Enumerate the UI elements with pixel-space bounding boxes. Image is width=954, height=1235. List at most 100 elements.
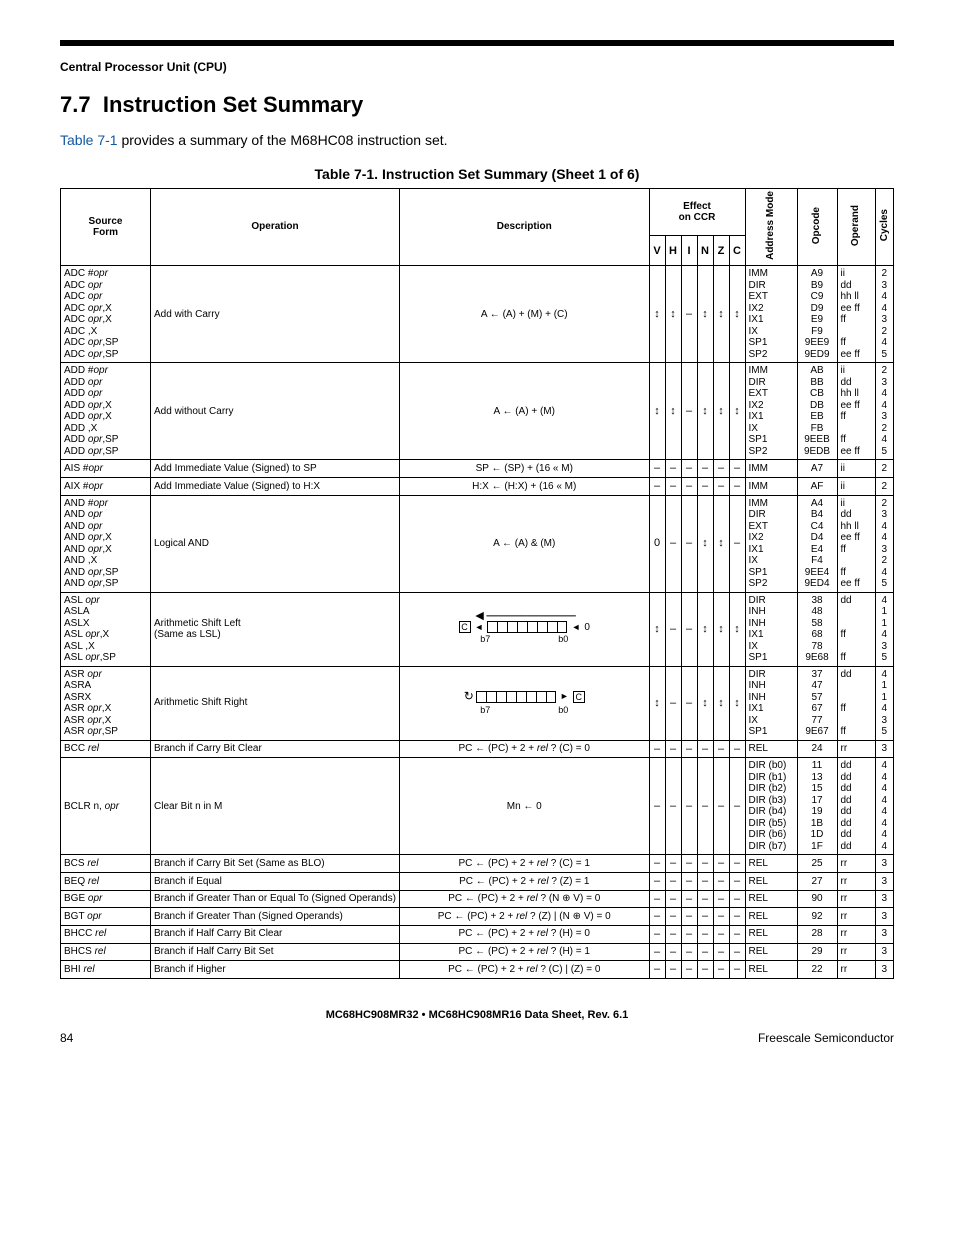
table-row: BGT oprBranch if Greater Than (Signed Op… — [61, 908, 894, 926]
cell-cycles: 2 — [875, 460, 894, 478]
section-number: 7.7 — [60, 92, 91, 117]
cell-operand: ii — [837, 460, 875, 478]
th-cycles: Cycles — [875, 189, 894, 266]
cell-address-mode: DIR (b0) DIR (b1) DIR (b2) DIR (b3) DIR … — [745, 758, 797, 855]
cell-ccr: 0 — [649, 495, 665, 592]
footer-right: Freescale Semiconductor — [758, 1031, 894, 1045]
cell-opcode: 24 — [797, 740, 837, 758]
cell-description: PC ← (PC) + 2 + rel ? (N ⊕ V) = 0 — [400, 890, 650, 908]
cell-description: PC ← (PC) + 2 + rel ? (C) = 1 — [400, 855, 650, 873]
cell-operation: Arithmetic Shift Left (Same as LSL) — [151, 592, 400, 666]
cell-operand: ii dd hh ll ee ff ff ff ee ff — [837, 495, 875, 592]
cell-ccr: – — [681, 592, 697, 666]
cell-ccr: ↕ — [729, 363, 745, 460]
cell-ccr: ↕ — [729, 266, 745, 363]
cell-source: ASL opr ASLA ASLX ASL opr,X ASL ,X ASL o… — [61, 592, 151, 666]
cell-ccr: – — [729, 872, 745, 890]
cell-source: BCLR n, opr — [61, 758, 151, 855]
cell-ccr: – — [713, 943, 729, 961]
cell-address-mode: REL — [745, 961, 797, 979]
cell-ccr: – — [697, 740, 713, 758]
cell-ccr: – — [713, 478, 729, 496]
cell-ccr: – — [713, 872, 729, 890]
table-head: Source Form Operation Description Effect… — [61, 189, 894, 266]
cell-description: ↻C b7b0 — [400, 666, 650, 740]
cell-ccr: – — [729, 495, 745, 592]
cell-ccr: – — [681, 363, 697, 460]
table-row: BCLR n, oprClear Bit n in MMn ← 0––––––D… — [61, 758, 894, 855]
cell-description: PC ← (PC) + 2 + rel ? (C) | (Z) = 0 — [400, 961, 650, 979]
cell-ccr: – — [665, 943, 681, 961]
cell-cycles: 2 — [875, 478, 894, 496]
cell-ccr: – — [681, 925, 697, 943]
table-row: AIS #oprAdd Immediate Value (Signed) to … — [61, 460, 894, 478]
cell-operation: Branch if Greater Than (Signed Operands) — [151, 908, 400, 926]
cell-opcode: A7 — [797, 460, 837, 478]
cell-description: PC ← (PC) + 2 + rel ? (Z) | (N ⊕ V) = 0 — [400, 908, 650, 926]
table-body: ADC #opr ADC opr ADC opr ADC opr,X ADC o… — [61, 266, 894, 978]
cell-cycles: 4 1 1 4 3 5 — [875, 592, 894, 666]
asr-diagram: ↻C b7b0 — [464, 690, 585, 715]
cell-opcode: 37 47 57 67 77 9E67 — [797, 666, 837, 740]
cell-source: BHCC rel — [61, 925, 151, 943]
cell-address-mode: REL — [745, 740, 797, 758]
cell-opcode: AF — [797, 478, 837, 496]
th-opcode: Opcode — [797, 189, 837, 266]
cell-ccr: – — [681, 460, 697, 478]
section-title: 7.7 Instruction Set Summary — [60, 92, 894, 118]
th-description: Description — [400, 189, 650, 266]
cell-operation: Clear Bit n in M — [151, 758, 400, 855]
table-row: BGE oprBranch if Greater Than or Equal T… — [61, 890, 894, 908]
cell-operation: Add Immediate Value (Signed) to H:X — [151, 478, 400, 496]
th-ccr-n: N — [697, 236, 713, 266]
cell-ccr: – — [729, 961, 745, 979]
cell-address-mode: REL — [745, 908, 797, 926]
cell-address-mode: IMM DIR EXT IX2 IX1 IX SP1 SP2 — [745, 495, 797, 592]
cell-source: ASR opr ASRA ASRX ASR opr,X ASR opr,X AS… — [61, 666, 151, 740]
cell-ccr: – — [697, 478, 713, 496]
cell-ccr: – — [697, 460, 713, 478]
cell-ccr: – — [697, 758, 713, 855]
intro-link[interactable]: Table 7-1 — [60, 132, 118, 148]
top-rule — [60, 40, 894, 60]
cell-ccr: – — [729, 943, 745, 961]
cell-cycles: 3 — [875, 925, 894, 943]
th-ccr-h: H — [665, 236, 681, 266]
cell-ccr: ↕ — [649, 266, 665, 363]
cell-ccr: – — [665, 592, 681, 666]
cell-ccr: – — [665, 495, 681, 592]
th-ccr-v: V — [649, 236, 665, 266]
cell-ccr: ↕ — [713, 266, 729, 363]
cell-opcode: 25 — [797, 855, 837, 873]
cell-cycles: 3 — [875, 855, 894, 873]
cell-cycles: 3 — [875, 890, 894, 908]
cell-address-mode: DIR INH INH IX1 IX SP1 — [745, 666, 797, 740]
th-operation: Operation — [151, 189, 400, 266]
cell-source: BGT opr — [61, 908, 151, 926]
section-title-text: Instruction Set Summary — [103, 92, 363, 117]
asl-diagram: ◄───────── C0 b7b0 — [459, 612, 590, 644]
cell-ccr: ↕ — [649, 592, 665, 666]
cell-ccr: ↕ — [649, 666, 665, 740]
cell-ccr: – — [697, 961, 713, 979]
cell-source: BCC rel — [61, 740, 151, 758]
th-operand: Operand — [837, 189, 875, 266]
cell-operation: Branch if Greater Than or Equal To (Sign… — [151, 890, 400, 908]
table-row: ASL opr ASLA ASLX ASL opr,X ASL ,X ASL o… — [61, 592, 894, 666]
cell-ccr: – — [729, 855, 745, 873]
cell-ccr: ↕ — [729, 666, 745, 740]
cell-ccr: – — [681, 266, 697, 363]
cell-opcode: 38 48 58 68 78 9E68 — [797, 592, 837, 666]
cell-ccr: – — [665, 855, 681, 873]
cell-ccr: ↕ — [665, 363, 681, 460]
cell-description: PC ← (PC) + 2 + rel ? (C) = 0 — [400, 740, 650, 758]
th-source-form: Source Form — [61, 189, 151, 266]
cell-ccr: ↕ — [697, 666, 713, 740]
cell-ccr: – — [649, 855, 665, 873]
cell-address-mode: REL — [745, 943, 797, 961]
cell-opcode: 27 — [797, 872, 837, 890]
cell-description: PC ← (PC) + 2 + rel ? (Z) = 1 — [400, 872, 650, 890]
cell-ccr: – — [681, 890, 697, 908]
cell-cycles: 3 — [875, 943, 894, 961]
cell-cycles: 3 — [875, 740, 894, 758]
